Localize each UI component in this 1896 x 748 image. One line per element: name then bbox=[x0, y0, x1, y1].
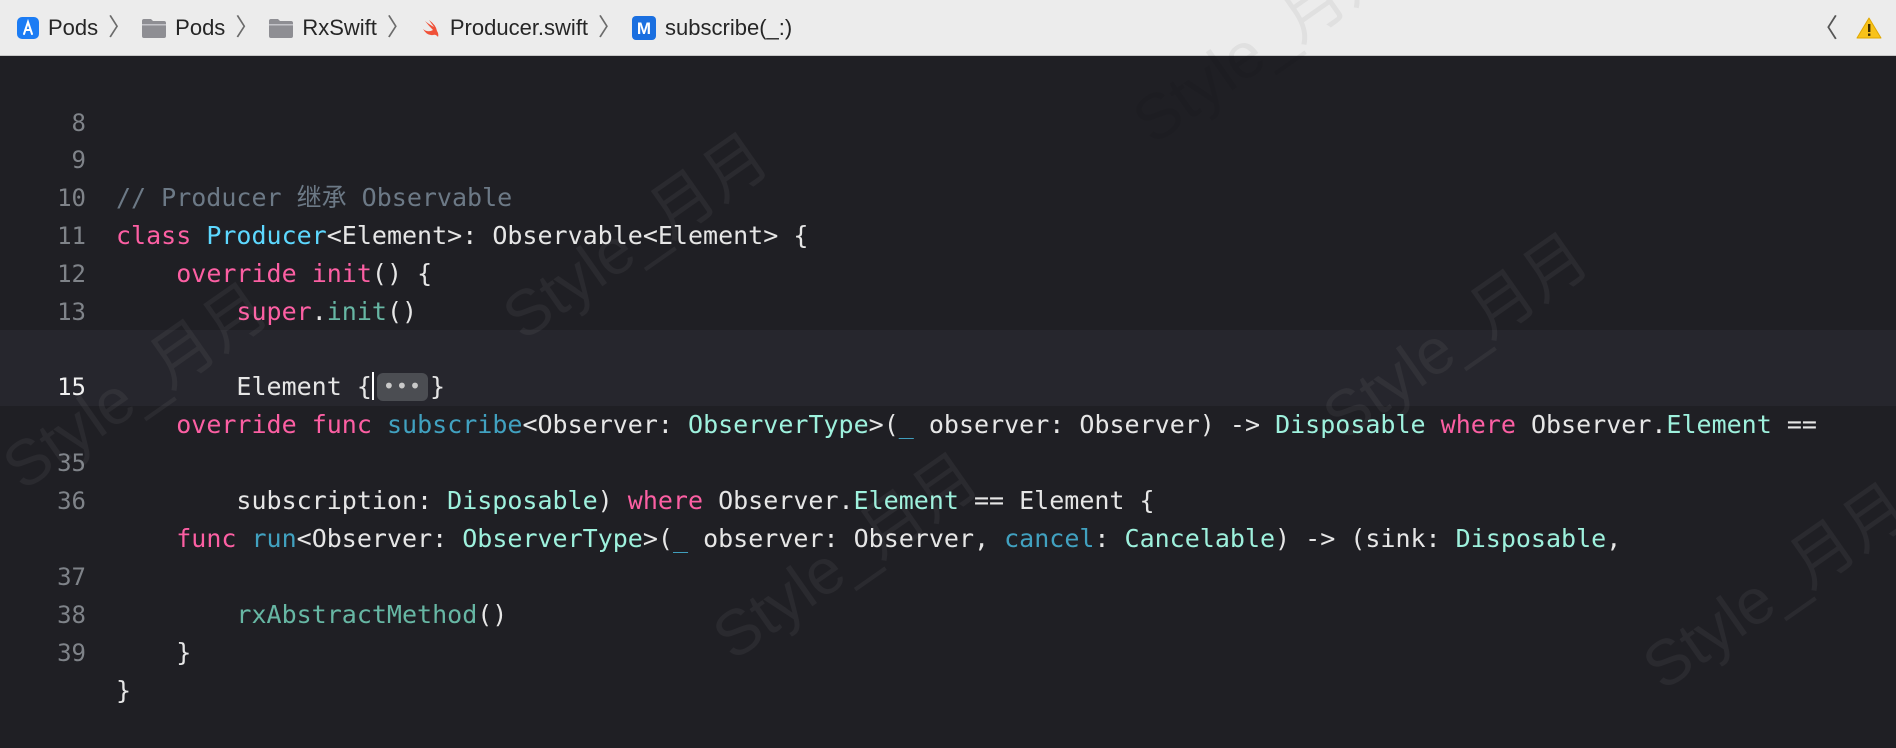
code-text: } bbox=[116, 676, 132, 705]
jump-bar-controls: 〈 bbox=[1812, 15, 1896, 41]
text-cursor bbox=[371, 372, 374, 400]
breadcrumb: Pods 〉 Pods 〉 RxSwift 〉 Producer.swift 〉… bbox=[0, 15, 1812, 41]
code-line: 13 } bbox=[0, 255, 1896, 364]
code-line: 38 } bbox=[0, 558, 1896, 667]
code-text: subscription: bbox=[236, 486, 448, 515]
folder-icon bbox=[268, 17, 294, 39]
code-text: } bbox=[430, 372, 446, 401]
code-text: == Element { bbox=[958, 486, 1155, 515]
line-number: 36 bbox=[57, 487, 86, 515]
code-line-current: 15 override func subscribe<Observer: Obs… bbox=[0, 330, 1896, 439]
type-token: Element bbox=[853, 486, 959, 515]
chevron-right-icon: 〉 bbox=[386, 13, 411, 41]
breadcrumb-label: RxSwift bbox=[302, 14, 377, 40]
code-line: 8 bbox=[0, 66, 1896, 137]
chevron-right-icon: 〉 bbox=[235, 13, 260, 41]
code-text: Observer. bbox=[703, 486, 854, 515]
code-text: } bbox=[176, 638, 192, 667]
folder-icon bbox=[141, 17, 167, 39]
type-token: Disposable bbox=[447, 486, 598, 515]
breadcrumb-pods-project[interactable]: Pods bbox=[16, 15, 98, 41]
breadcrumb-rxswift-folder[interactable]: RxSwift bbox=[268, 15, 377, 41]
folded-code-button[interactable]: ••• bbox=[376, 373, 429, 401]
chevron-right-icon: 〉 bbox=[108, 13, 133, 41]
code-line: 36 func run<Observer: ObserverType>(_ ob… bbox=[0, 444, 1896, 553]
code-line: 12 super.init() bbox=[0, 217, 1896, 326]
code-editor[interactable]: 8 9 // Producer 继承 Observable 10 class P… bbox=[0, 56, 1896, 705]
method-icon: M bbox=[631, 15, 657, 41]
code-line: 11 override init() { bbox=[0, 179, 1896, 288]
code-line: 14 bbox=[0, 293, 1896, 364]
keyword-token: where bbox=[627, 486, 704, 515]
code-text: ) bbox=[597, 486, 628, 515]
jump-bar: Pods 〉 Pods 〉 RxSwift 〉 Producer.swift 〉… bbox=[0, 0, 1896, 157]
code-line: 37 rxAbstractMethod() bbox=[0, 520, 1896, 629]
breadcrumb-producer-file[interactable]: Producer.swift bbox=[420, 15, 588, 41]
breadcrumb-subscribe-method[interactable]: M subscribe(_:) bbox=[631, 15, 792, 41]
line-number: 15 bbox=[57, 373, 86, 401]
breadcrumb-label: Producer.swift bbox=[449, 14, 589, 40]
xcode-project-icon bbox=[16, 16, 40, 40]
warning-icon[interactable] bbox=[1856, 16, 1882, 40]
code-line: 9 // Producer 继承 Observable bbox=[0, 103, 1896, 212]
line-number: 39 bbox=[57, 639, 86, 667]
code-line: 39 } bbox=[0, 596, 1896, 705]
svg-text:M: M bbox=[637, 19, 651, 38]
breadcrumb-label: Pods bbox=[175, 14, 226, 40]
breadcrumb-label: Pods bbox=[48, 14, 99, 40]
breadcrumb-pods-folder[interactable]: Pods bbox=[141, 15, 225, 41]
chevron-right-icon: 〉 bbox=[598, 13, 623, 41]
chevron-left-icon[interactable]: 〈 bbox=[1812, 15, 1838, 41]
code-line: 35 bbox=[0, 406, 1896, 477]
code-text: Element { bbox=[236, 372, 372, 401]
breadcrumb-label: subscribe(_:) bbox=[665, 14, 793, 40]
code-line: 10 class Producer<Element>: Observable<E… bbox=[0, 141, 1896, 250]
swift-file-icon bbox=[420, 17, 442, 39]
